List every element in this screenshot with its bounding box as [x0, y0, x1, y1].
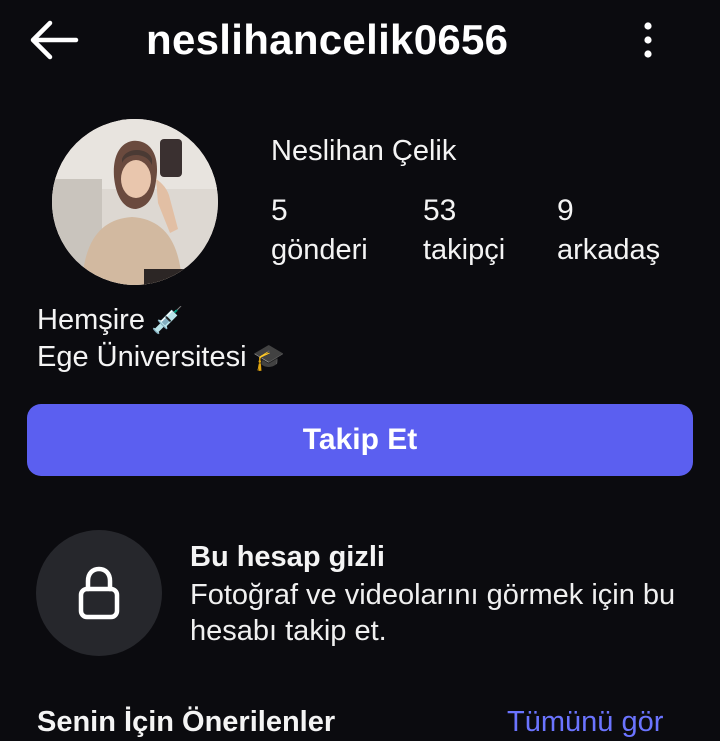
avatar[interactable]	[52, 119, 218, 285]
arrow-left-icon	[30, 20, 79, 60]
stat-friends-label: arkadaş	[557, 234, 661, 266]
suggestions-title: Senin İçin Önerilenler	[37, 706, 336, 738]
bio-line: Hemşire 💉	[37, 302, 285, 339]
profile-bio: Hemşire 💉 Ege Üniversitesi 🎓	[37, 302, 285, 376]
bio-line: Ege Üniversitesi 🎓	[37, 339, 285, 376]
follow-button[interactable]: Takip Et	[27, 404, 693, 476]
graduation-cap-icon: 🎓	[252, 342, 285, 372]
stat-posts[interactable]: 5 gönderi	[271, 192, 368, 270]
top-bar: neslihancelik0656	[0, 0, 720, 84]
profile-photo	[52, 119, 218, 285]
private-account-title: Bu hesap gizli	[190, 541, 385, 573]
more-options-button[interactable]	[632, 16, 664, 64]
back-button[interactable]	[26, 18, 82, 62]
see-all-link[interactable]: Tümünü gör	[507, 703, 663, 741]
private-account-description: Fotoğraf ve videolarını görmek için bu h…	[190, 579, 676, 647]
private-account-lock	[36, 530, 162, 656]
display-name: Neslihan Çelik	[271, 135, 457, 167]
more-vertical-icon	[644, 22, 652, 58]
stat-followers-label: takipçi	[423, 234, 506, 266]
syringe-icon: 💉	[150, 305, 184, 335]
bio-occupation: Hemşire	[37, 304, 145, 336]
stat-friends-count: 9	[557, 194, 574, 227]
stat-friends[interactable]: 9 arkadaş	[557, 192, 660, 270]
stat-posts-label: gönderi	[271, 234, 368, 266]
stat-followers[interactable]: 53 takipçi	[423, 192, 505, 270]
lock-icon	[78, 566, 120, 620]
stat-posts-count: 5	[271, 194, 288, 227]
stat-followers-count: 53	[423, 194, 457, 227]
bio-school: Ege Üniversitesi	[37, 341, 247, 373]
profile-username: neslihancelik0656	[146, 16, 509, 63]
